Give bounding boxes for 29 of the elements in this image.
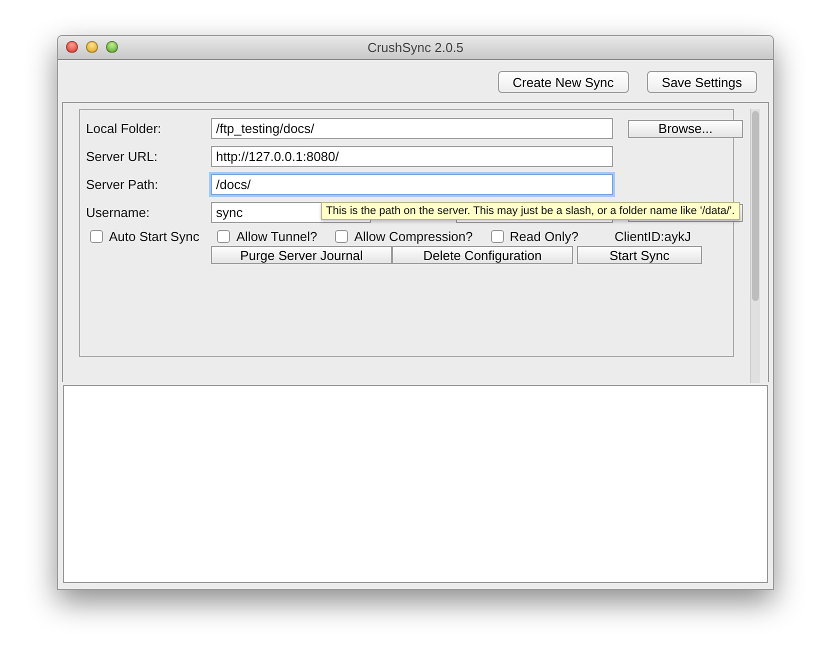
browse-button[interactable]: Browse... (628, 120, 743, 138)
zoom-icon[interactable] (106, 41, 118, 53)
checkbox-label: Read Only? (510, 229, 578, 244)
input-field[interactable]: /docs/ (211, 174, 613, 195)
minimize-icon[interactable] (86, 41, 98, 53)
tooltip: This is the path on the server. This may just be a slash, or a folder name like '/data/'. (321, 202, 740, 220)
scroll-thumb[interactable] (752, 111, 759, 301)
save-settings-button[interactable]: Save Settings (646, 71, 757, 93)
close-icon[interactable] (66, 41, 78, 53)
window-title: CrushSync 2.0.5 (367, 40, 464, 55)
checkbox[interactable] (335, 230, 348, 243)
checkbox[interactable] (90, 230, 103, 243)
create-sync-button[interactable]: Create New Sync (498, 71, 629, 93)
field-label: Server URL: (86, 149, 159, 164)
input-field[interactable]: http://127.0.0.1:8080/ (211, 146, 613, 167)
start-sync-button[interactable]: Start Sync (577, 246, 702, 264)
delete-configuration-button[interactable]: Delete Configuration (392, 246, 573, 264)
client-id-label: ClientID:aykJ (614, 229, 692, 244)
checkbox[interactable] (490, 230, 504, 243)
checkbox-label: Allow Compression? (354, 229, 473, 244)
checkbox[interactable] (217, 230, 230, 243)
field-label: Server Path: (86, 177, 160, 192)
input-field[interactable]: /ftp_testing/docs/ (211, 118, 613, 139)
scrollbar[interactable] (750, 109, 760, 383)
checkbox-label: Allow Tunnel? (236, 229, 318, 244)
field-label: Username: (86, 205, 151, 220)
field-label: Local Folder: (86, 121, 162, 136)
purge-journal-button[interactable]: Purge Server Journal (211, 246, 392, 264)
checkbox-label: Auto Start Sync (109, 229, 200, 244)
